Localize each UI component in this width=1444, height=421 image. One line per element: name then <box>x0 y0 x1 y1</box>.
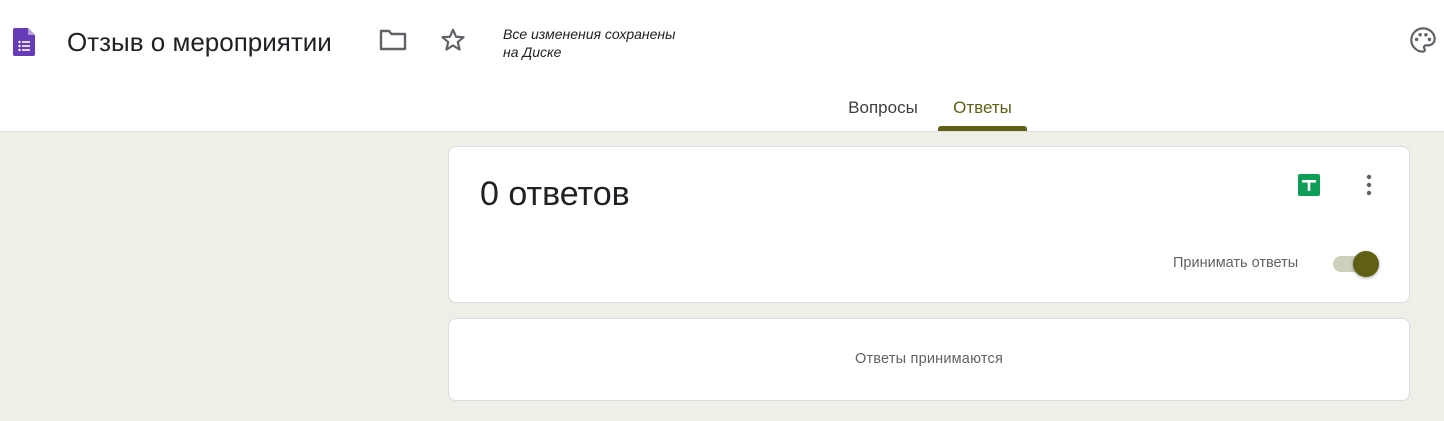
active-tab-indicator <box>938 126 1027 131</box>
more-vert-icon <box>1366 174 1372 201</box>
tab-questions[interactable]: Вопросы <box>838 96 928 132</box>
responses-status-card: Ответы принимаются <box>448 318 1410 401</box>
response-count: 0 ответов <box>480 175 630 213</box>
google-sheets-icon <box>1297 173 1321 202</box>
folder-icon <box>379 28 407 57</box>
save-status: Все изменения сохранены на Диске <box>503 25 723 61</box>
create-spreadsheet-button[interactable] <box>1289 167 1329 207</box>
customize-theme-button[interactable] <box>1403 22 1443 62</box>
google-forms-icon[interactable] <box>13 28 35 56</box>
accepting-status-text: Ответы принимаются <box>854 351 1004 367</box>
toggle-thumb <box>1353 251 1379 277</box>
accept-responses-label: Принимать ответы <box>1173 255 1299 271</box>
top-bar: Отзыв о мероприятии Все изменения сохран… <box>0 0 1444 132</box>
document-title[interactable]: Отзыв о мероприятии <box>67 24 332 60</box>
accept-responses-toggle[interactable] <box>1333 249 1381 277</box>
more-options-button[interactable] <box>1349 167 1389 207</box>
star-icon <box>440 27 466 58</box>
responses-summary-card: 0 ответов Принимать ответы <box>448 146 1410 303</box>
save-status-line1: Все изменения сохранены <box>503 26 676 42</box>
save-status-line2: на Диске <box>503 44 562 60</box>
move-to-folder-button[interactable] <box>373 22 413 62</box>
star-button[interactable] <box>433 22 473 62</box>
palette-icon <box>1409 26 1437 59</box>
